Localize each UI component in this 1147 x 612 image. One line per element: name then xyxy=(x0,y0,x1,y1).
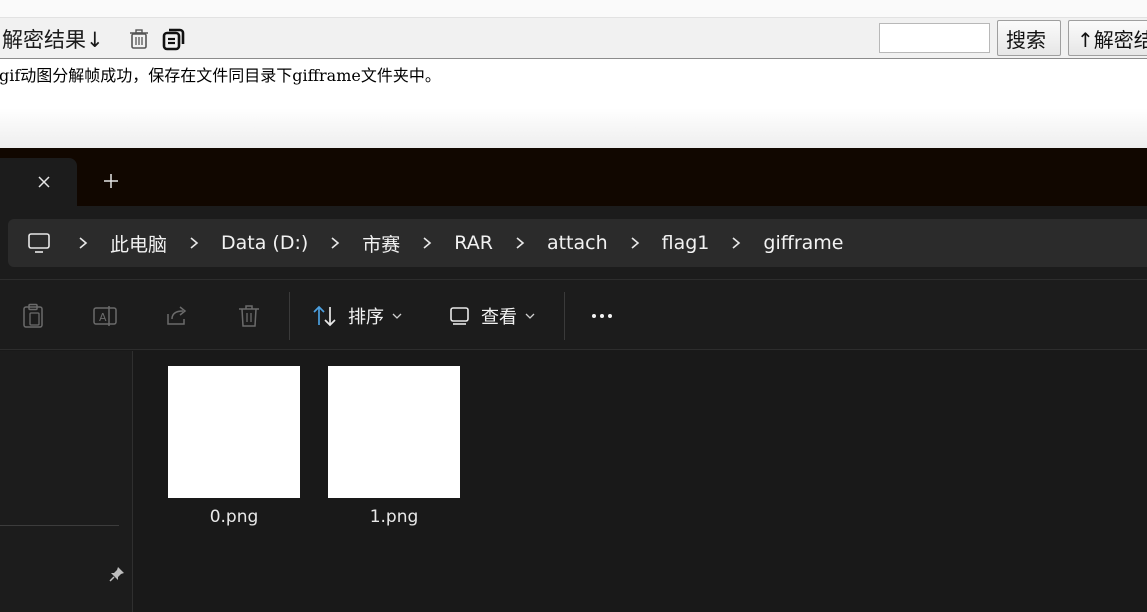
chevron-right-icon[interactable] xyxy=(414,219,440,267)
breadcrumb-this-pc[interactable]: 此电脑 xyxy=(104,230,173,257)
chevron-right-icon[interactable] xyxy=(322,219,348,267)
decrypt-up-button[interactable]: ↑解密结 xyxy=(1068,20,1147,56)
tab-bar xyxy=(0,148,1147,206)
file-name[interactable]: 1.png xyxy=(324,507,464,527)
more-options-icon[interactable] xyxy=(586,302,618,330)
output-message: gif动图分解帧成功，保存在文件同目录下gifframe文件夹中。 xyxy=(0,66,441,85)
this-pc-monitor-icon[interactable] xyxy=(16,219,62,267)
rename-icon[interactable]: A xyxy=(91,302,119,330)
command-divider xyxy=(564,292,565,340)
command-divider xyxy=(289,292,290,340)
breadcrumb[interactable]: 此电脑 Data (D:) 市赛 RAR attach flag1 giffra… xyxy=(8,219,1147,267)
paste-icon[interactable] xyxy=(19,302,47,330)
chevron-right-icon[interactable] xyxy=(70,219,96,267)
breadcrumb-gifframe[interactable]: gifframe xyxy=(757,232,849,254)
copy-stack-icon[interactable] xyxy=(160,26,186,52)
file-explorer-window: 此电脑 Data (D:) 市赛 RAR attach flag1 giffra… xyxy=(0,148,1147,612)
search-button[interactable]: 搜索 xyxy=(997,20,1061,56)
chevron-right-icon[interactable] xyxy=(181,219,207,267)
address-row: 此电脑 Data (D:) 市赛 RAR attach flag1 giffra… xyxy=(0,206,1147,279)
breadcrumb-shisai[interactable]: 市赛 xyxy=(356,230,406,257)
share-icon[interactable] xyxy=(163,302,191,330)
breadcrumb-flag1[interactable]: flag1 xyxy=(656,232,716,254)
chevron-right-icon[interactable] xyxy=(723,219,749,267)
view-label: 查看 xyxy=(481,307,517,328)
pin-icon[interactable] xyxy=(108,565,126,583)
close-icon[interactable] xyxy=(32,170,56,194)
delete-icon[interactable] xyxy=(235,302,263,330)
chevron-right-icon[interactable] xyxy=(507,219,533,267)
search-input[interactable] xyxy=(879,23,990,53)
new-tab-plus-icon[interactable] xyxy=(99,169,123,193)
output-area[interactable]: gif动图分解帧成功，保存在文件同目录下gifframe文件夹中。 xyxy=(0,60,1147,148)
navigation-pane[interactable] xyxy=(0,351,133,612)
svg-text:A: A xyxy=(99,311,107,324)
nav-divider xyxy=(0,525,119,526)
file-item[interactable]: 1.png xyxy=(324,366,464,536)
decrypt-result-label: 解密结果↓ xyxy=(2,28,104,52)
file-name[interactable]: 0.png xyxy=(164,507,304,527)
tool-title-strip xyxy=(0,0,1147,17)
content-area: 0.png 1.png xyxy=(0,351,1147,612)
sort-button[interactable]: 排序 xyxy=(312,298,402,334)
gif-tool-window: 解密结果↓ 搜索 ↑解密结 gif动图分解帧成功，保存在文件同目录下giffra… xyxy=(0,0,1147,148)
explorer-tab[interactable] xyxy=(0,158,77,206)
sort-arrows-icon xyxy=(312,304,338,328)
breadcrumb-rar[interactable]: RAR xyxy=(448,232,499,254)
chevron-right-icon[interactable] xyxy=(622,219,648,267)
breadcrumb-data-d[interactable]: Data (D:) xyxy=(215,232,314,254)
file-thumbnail[interactable] xyxy=(328,366,460,498)
view-monitor-icon xyxy=(449,305,471,327)
trash-icon[interactable] xyxy=(126,26,152,52)
breadcrumb-attach[interactable]: attach xyxy=(541,232,614,254)
chevron-down-icon xyxy=(525,310,535,323)
file-item[interactable]: 0.png xyxy=(164,366,304,536)
file-thumbnail[interactable] xyxy=(168,366,300,498)
chevron-down-icon xyxy=(392,310,402,323)
command-bar: A 排序 查看 xyxy=(0,279,1147,350)
tool-toolbar: 解密结果↓ 搜索 ↑解密结 xyxy=(0,17,1147,59)
sort-label: 排序 xyxy=(348,307,384,328)
view-button[interactable]: 查看 xyxy=(449,298,535,334)
